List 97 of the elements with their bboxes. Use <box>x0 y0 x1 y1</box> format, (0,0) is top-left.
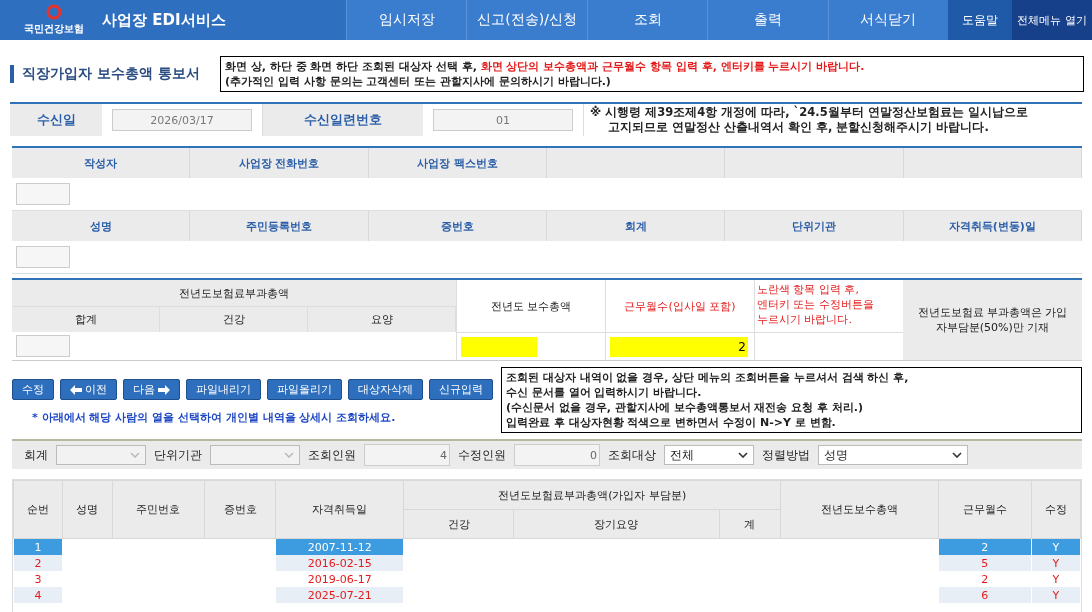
column-header: 증번호 <box>204 480 276 539</box>
notice-text: ※ 시행령 제39조제4항 개정에 따라, `24.5월부터 연말정산보험료는 일시납으로 <box>590 105 1028 120</box>
dropdown[interactable]: 전체 <box>664 445 754 465</box>
filter-label: 조회대상 <box>608 446 656 464</box>
right-arrow-icon <box>158 384 170 395</box>
column-header: 건강 <box>160 307 308 332</box>
action-button[interactable]: 다음 <box>123 379 180 400</box>
notice-text: (추가적인 입력 사항 문의는 고객센터 또는 관할지사에 문의하시기 바랍니다.) <box>225 75 611 88</box>
notice-text: 조회된 대상자 내역이 없을 경우, 상단 메뉴의 조회버튼을 누르셔서 검색 하신 후, <box>506 370 910 385</box>
filter-label: 조회인원 <box>308 446 356 464</box>
action-button[interactable]: 신규입력 <box>429 379 493 400</box>
filter-label: 단위기관 <box>154 446 202 464</box>
menu-item[interactable]: 임시저장 <box>346 0 467 40</box>
hint-text: 누르시기 바랍니다. <box>757 312 853 327</box>
action-button[interactable]: 대상자삭제 <box>348 379 423 400</box>
table-cell: 2019-06-17 <box>307 572 372 586</box>
table-row[interactable]: 2 2016-02-15 5 Y <box>13 555 1081 571</box>
left-arrow-icon <box>70 384 82 395</box>
field-label: 수신일 <box>10 104 102 136</box>
input-field[interactable] <box>16 183 70 205</box>
table-cell: 3 <box>34 572 42 586</box>
all-menu-button[interactable]: 전체메뉴 열기 <box>1012 0 1092 40</box>
column-header: 전년도보험료부과총액 <box>12 280 456 306</box>
column-header: 단위기관 <box>725 211 904 241</box>
column-header: 건강 <box>403 509 514 539</box>
hint-text: 노란색 항목 입력 후, <box>757 282 860 297</box>
notice-text: 수신 문서를 열어 입력하시기 바랍니다. <box>506 385 703 400</box>
table-cell: 5 <box>981 556 989 570</box>
table-cell: Y <box>1052 588 1060 602</box>
filter-label: 회계 <box>24 446 48 464</box>
column-header: 순번 <box>13 480 63 539</box>
pay-total-field[interactable] <box>461 336 537 357</box>
column-header: 회계 <box>547 211 726 241</box>
notice-text: 고지되므로 연말정산 산출내역서 확인 후, 분할신청해주시기 바랍니다. <box>607 120 990 135</box>
column-header: 요양 <box>308 307 456 332</box>
filter-label: 정렬방법 <box>762 446 810 464</box>
hint-text: * 아래에서 해당 사람의 열을 선택하여 개인별 내역을 상세시 조회하세요. <box>31 410 397 425</box>
column-header: 사업장 팩스번호 <box>368 148 547 178</box>
column-header: 수정 <box>1031 480 1081 539</box>
column-header: 전년도보험료부과총액(가입자 부담분) <box>403 480 781 510</box>
table-cell: 2 <box>981 540 989 554</box>
column-header: 성명 <box>62 480 113 539</box>
input-field[interactable] <box>16 246 70 268</box>
table-cell: 2016-02-15 <box>307 556 372 570</box>
action-button[interactable]: 수정 <box>12 379 54 400</box>
column-header: 자격취득(변동)일 <box>903 211 1082 241</box>
chevron-icon <box>130 452 140 458</box>
table-row[interactable]: 4 2025-07-21 6 Y <box>13 587 1081 603</box>
column-header: 전년도보수총액 <box>780 480 939 539</box>
field-label: 수신일련번호 <box>263 104 423 136</box>
table-cell: Y <box>1052 540 1060 554</box>
column-header: 사업장 전화번호 <box>190 148 369 178</box>
dropdown[interactable]: 성명 <box>818 445 968 465</box>
table-row[interactable]: 3 2019-06-17 2 Y <box>13 571 1081 587</box>
column-header: 주민번호 <box>112 480 205 539</box>
action-button[interactable]: 파일내리기 <box>186 379 261 400</box>
page-title: 직장가입자 보수총액 통보서 <box>10 65 212 83</box>
column-header: 계 <box>719 509 781 539</box>
column-header: 작성자 <box>12 148 191 178</box>
column-header: 합계 <box>12 307 160 332</box>
table-cell: 6 <box>981 588 989 602</box>
table-cell: 2 <box>981 572 989 586</box>
column-header: 주민등록번호 <box>190 211 369 241</box>
table-cell: 2007-11-12 <box>307 540 372 554</box>
column-header: 장기요양 <box>513 509 720 539</box>
table-row[interactable]: 1 2007-11-12 2 Y <box>13 538 1081 555</box>
hint-text: 엔터키 또는 수정버튼을 <box>757 297 875 312</box>
months-field[interactable]: 2 <box>610 336 748 357</box>
help-button[interactable]: 도움말 <box>948 0 1012 40</box>
column-header: 증번호 <box>368 211 547 241</box>
input-field[interactable] <box>16 335 70 357</box>
notice-text: 입력완료 후 대상자현황 적색으로 변하면서 수정이 N->Y 로 변함. <box>506 415 837 430</box>
action-button[interactable]: 이전 <box>60 379 117 400</box>
column-header: 근무월수 <box>938 480 1032 539</box>
column-header: 성명 <box>12 211 191 241</box>
logo-icon <box>46 4 62 20</box>
menu-item[interactable]: 출력 <box>707 0 828 40</box>
notice-text: 화면 상, 하단 중 화면 하단 조회된 대상자 선택 후, <box>225 60 478 73</box>
chevron-icon <box>284 452 294 458</box>
table-cell: 2 <box>34 556 42 570</box>
chevron-icon <box>952 452 962 458</box>
notice-text: (수신문서 없을 경우, 관할지사에 보수총액통보서 재전송 요청 후 처리.) <box>506 400 865 415</box>
table-cell: 4 <box>34 588 42 602</box>
column-header: 자격취득일 <box>275 480 404 539</box>
menu-item[interactable]: 신고(전송)/신청 <box>466 0 587 40</box>
logo-text: 국민건강보험 <box>24 22 84 36</box>
table-cell: 2025-07-21 <box>307 588 372 602</box>
notice-text: 화면 상단의 보수총액과 근무월수 항목 입력 후, 엔터키를 누르시기 바랍니다. <box>480 60 865 73</box>
app-title: 사업장 EDI서비스 <box>101 10 227 30</box>
filter-label: 수정인원 <box>458 446 506 464</box>
note-text: 전년도보험료 부과총액은 가입자부담분(50%)만 기재 <box>916 305 1069 335</box>
table-cell: Y <box>1052 556 1060 570</box>
table-cell: Y <box>1052 572 1060 586</box>
action-button[interactable]: 파일올리기 <box>267 379 342 400</box>
menu-item[interactable]: 조회 <box>586 0 708 40</box>
chevron-icon <box>738 452 748 458</box>
table-cell: 1 <box>34 540 42 554</box>
